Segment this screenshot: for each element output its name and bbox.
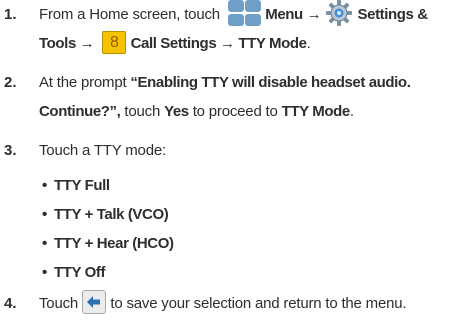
step-text: to save your selection and return to the… [110, 295, 407, 312]
settings-label: Settings & [357, 6, 429, 23]
bullet: • [42, 235, 47, 252]
menu-label: Menu → [265, 6, 322, 23]
step-text: At the prompt [39, 74, 131, 91]
bullet: • [42, 177, 47, 194]
tty-mode-option: • TTY Full [42, 171, 110, 200]
tty-mode-label: TTY + Hear (HCO) [54, 235, 174, 252]
tty-mode-option: • TTY Off [42, 258, 105, 287]
prompt-text: Continue?”, [39, 103, 121, 120]
step-text: Touch [39, 295, 79, 312]
step-body: Tools → 8 Call Settings → TTY Mode. [39, 29, 470, 58]
number-8-key-icon: 8 [102, 30, 127, 54]
menu-icon [224, 0, 262, 28]
step-body: From a Home screen, touch Menu → Setting… [39, 0, 470, 30]
bullet: • [42, 264, 47, 281]
step-body: Touch to save your selection and return … [39, 289, 470, 318]
tty-mode-option: • TTY + Hear (HCO) [42, 229, 174, 258]
instruction-page: 1. From a Home screen, touch Menu → Sett… [0, 0, 470, 318]
step-number: 2. [4, 74, 17, 91]
step-end: . [306, 35, 311, 52]
step-number: 3. [4, 142, 17, 159]
back-arrow-icon [82, 290, 107, 315]
tty-mode-option: • TTY + Talk (VCO) [42, 200, 169, 229]
tty-mode-label: TTY + Talk (VCO) [54, 206, 169, 223]
tty-mode-label: TTY Off [54, 264, 106, 281]
step-text: From a Home screen, touch [39, 6, 220, 23]
step-body: At the prompt “Enabling TTY will disable… [39, 68, 470, 97]
step-text: to proceed to [188, 103, 282, 120]
step-body: Continue?”, touch Yes to proceed to TTY … [39, 97, 470, 126]
tools-label: Tools → [39, 35, 95, 52]
prompt-text: “Enabling TTY will disable headset audio… [130, 74, 411, 91]
settings-gear-icon [325, 0, 353, 27]
step-number: 1. [4, 6, 17, 23]
step-body: Touch a TTY mode: [39, 136, 470, 165]
step-end: . [349, 103, 355, 120]
yes-label: Yes [164, 103, 189, 120]
step-text: touch [120, 103, 165, 120]
tty-mode-label: TTY Full [54, 177, 110, 194]
tty-mode-label: TTY Mode [281, 103, 351, 120]
bullet: • [42, 206, 47, 223]
step-text: Touch a TTY mode: [39, 142, 166, 159]
step-number: 4. [4, 295, 17, 312]
call-settings-label: Call Settings → TTY Mode [130, 35, 307, 52]
